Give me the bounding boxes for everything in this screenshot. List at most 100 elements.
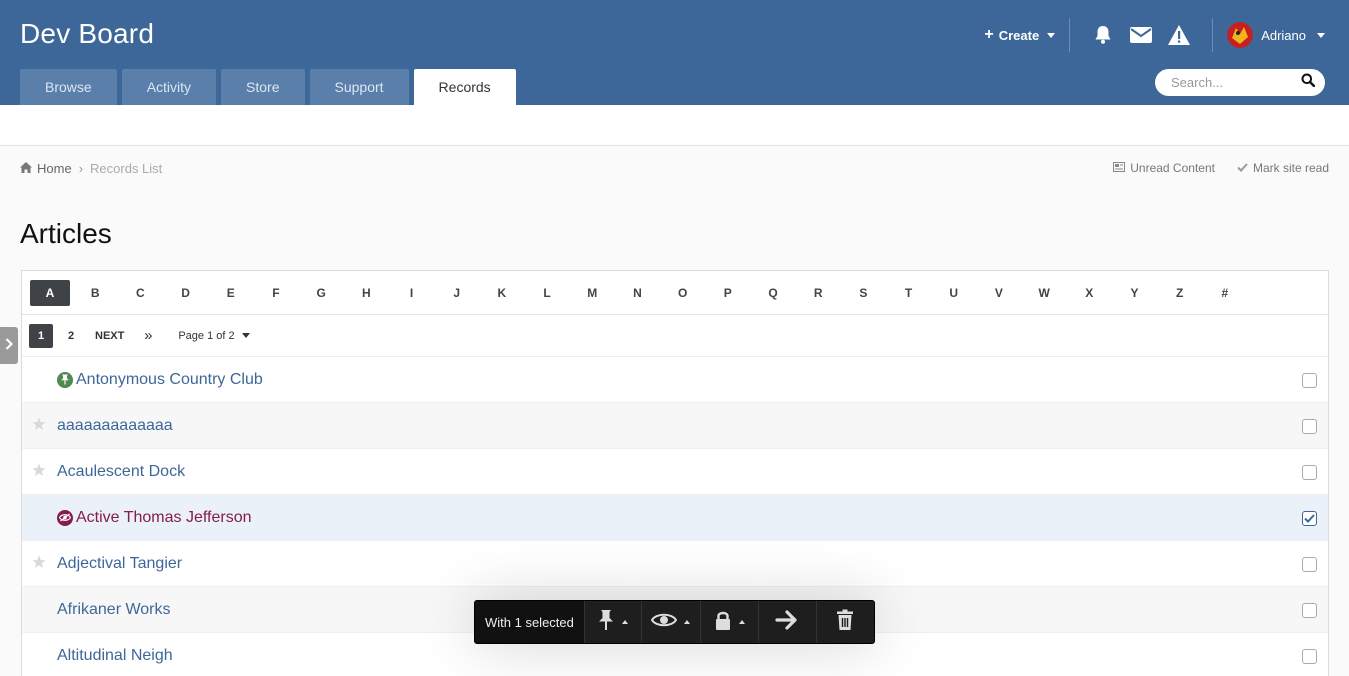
- letter-filter-o[interactable]: O: [663, 280, 703, 306]
- caret-down-icon: [241, 333, 250, 338]
- letter-filter-p[interactable]: P: [708, 280, 748, 306]
- moderation-toolbar: With 1 selected: [474, 600, 875, 644]
- record-select-checkbox[interactable]: [1302, 465, 1317, 480]
- tab-support[interactable]: Support: [309, 69, 409, 105]
- sidebar-toggle[interactable]: [0, 327, 18, 364]
- sub-navigation-bar: [0, 105, 1349, 146]
- letter-filter-t[interactable]: T: [889, 280, 929, 306]
- letter-filter-i[interactable]: I: [392, 280, 432, 306]
- page-jump-dropdown[interactable]: Page 1 of 2: [178, 329, 250, 342]
- record-title: Active Thomas Jefferson: [76, 508, 252, 526]
- record-select-checkbox[interactable]: [1302, 603, 1317, 618]
- letter-filter-f[interactable]: F: [256, 280, 296, 306]
- record-title-link[interactable]: Active Thomas Jefferson: [57, 509, 252, 527]
- pinned-badge-icon: [57, 371, 73, 388]
- trash-icon: [836, 609, 854, 636]
- create-button[interactable]: + Create: [984, 26, 1056, 44]
- letter-filter-c[interactable]: C: [120, 280, 160, 306]
- letter-filter-x[interactable]: X: [1069, 280, 1109, 306]
- letter-filter-k[interactable]: K: [482, 280, 522, 306]
- record-title: Altitudinal Neigh: [57, 646, 173, 664]
- record-row: aaaaaaaaaaaaa: [22, 403, 1328, 449]
- letter-filter-l[interactable]: L: [527, 280, 567, 306]
- star-icon: [32, 555, 46, 569]
- letter-filter-s[interactable]: S: [843, 280, 883, 306]
- lock-icon: [714, 610, 732, 635]
- letter-filter-d[interactable]: D: [166, 280, 206, 306]
- record-title-link[interactable]: Acaulescent Dock: [57, 463, 185, 481]
- double-chevron-right-icon: »: [144, 327, 153, 344]
- letter-filter-u[interactable]: U: [934, 280, 974, 306]
- warning-icon[interactable]: [1167, 23, 1191, 47]
- letter-filter-r[interactable]: R: [798, 280, 838, 306]
- caret-up-icon: [622, 620, 629, 624]
- pin-menu-button[interactable]: [583, 601, 641, 643]
- main-nav-tabs: Browse Activity Store Support Records: [20, 69, 516, 105]
- delete-button[interactable]: [815, 601, 873, 643]
- letter-filter-m[interactable]: M: [572, 280, 612, 306]
- header-actions: + Create Adriano: [984, 18, 1349, 52]
- pagination: 1 2 NEXT » Page 1 of 2: [22, 315, 1328, 357]
- breadcrumb: Home › Records List: [20, 161, 162, 176]
- letter-filter-n[interactable]: N: [617, 280, 657, 306]
- search-input[interactable]: [1171, 75, 1301, 90]
- record-row: Acaulescent Dock: [22, 449, 1328, 495]
- tab-browse[interactable]: Browse: [20, 69, 117, 105]
- letter-filter-g[interactable]: G: [301, 280, 341, 306]
- record-title-link[interactable]: Adjectival Tangier: [57, 555, 182, 573]
- page-title: Articles: [20, 218, 112, 249]
- record-select-checkbox[interactable]: [1302, 511, 1317, 526]
- letter-filter-z[interactable]: Z: [1160, 280, 1200, 306]
- record-select-checkbox[interactable]: [1302, 649, 1317, 664]
- record-title-link[interactable]: Afrikaner Works: [57, 601, 171, 619]
- letter-filter-a[interactable]: A: [30, 279, 70, 306]
- page-info-label: Page 1 of 2: [178, 329, 235, 342]
- page-2-button[interactable]: 2: [59, 324, 83, 348]
- record-select-checkbox[interactable]: [1302, 373, 1317, 388]
- pin-icon: [597, 609, 615, 636]
- record-row: Antonymous Country Club: [22, 357, 1328, 403]
- letter-filter-e[interactable]: E: [211, 280, 251, 306]
- search-box: [1155, 69, 1325, 96]
- username: Adriano: [1261, 27, 1306, 43]
- site-header: Dev Board + Create Adriano Browse Activi…: [0, 0, 1349, 105]
- search-icon[interactable]: [1301, 73, 1316, 92]
- letter-filter-q[interactable]: Q: [753, 280, 793, 306]
- mark-site-read-link[interactable]: Mark site read: [1237, 161, 1329, 175]
- visibility-menu-button[interactable]: [640, 601, 700, 643]
- check-icon: [1237, 161, 1248, 175]
- lock-menu-button[interactable]: [699, 601, 758, 643]
- letter-filter-h[interactable]: H: [346, 280, 386, 306]
- site-title[interactable]: Dev Board: [20, 18, 154, 50]
- bell-icon[interactable]: [1091, 23, 1115, 47]
- chevron-right-icon: [5, 337, 14, 355]
- record-row: Active Thomas Jefferson: [22, 495, 1328, 541]
- header-divider: [1069, 18, 1071, 52]
- record-title: Acaulescent Dock: [57, 462, 186, 480]
- next-page-button[interactable]: NEXT: [89, 324, 130, 348]
- last-page-button[interactable]: »: [136, 324, 160, 348]
- unread-content-link[interactable]: Unread Content: [1113, 161, 1215, 175]
- letter-filter-bar: A B C D E F G H I J K L M N O P Q R S T U V W X Y Z #: [22, 271, 1328, 315]
- letter-filter-v[interactable]: V: [979, 280, 1019, 306]
- tab-activity[interactable]: Activity: [121, 69, 217, 105]
- record-select-checkbox[interactable]: [1302, 419, 1317, 434]
- record-title-link[interactable]: Altitudinal Neigh: [57, 647, 173, 665]
- breadcrumb-home[interactable]: Home: [37, 161, 72, 176]
- caret-up-icon: [738, 620, 745, 624]
- user-menu[interactable]: Adriano: [1227, 22, 1325, 48]
- record-select-checkbox[interactable]: [1302, 557, 1317, 572]
- envelope-icon[interactable]: [1129, 23, 1153, 47]
- page-1-button[interactable]: 1: [29, 323, 53, 348]
- letter-filter-j[interactable]: J: [437, 280, 477, 306]
- letter-filter-y[interactable]: Y: [1115, 280, 1155, 306]
- letter-filter-w[interactable]: W: [1024, 280, 1064, 306]
- letter-filter-hash[interactable]: #: [1205, 280, 1245, 306]
- tab-store[interactable]: Store: [221, 69, 305, 105]
- record-title-link[interactable]: Antonymous Country Club: [57, 371, 263, 389]
- record-title: Antonymous Country Club: [76, 370, 263, 388]
- move-button[interactable]: [757, 601, 816, 643]
- tab-records[interactable]: Records: [413, 69, 516, 105]
- record-title-link[interactable]: aaaaaaaaaaaaa: [57, 417, 173, 435]
- letter-filter-b[interactable]: B: [75, 280, 115, 306]
